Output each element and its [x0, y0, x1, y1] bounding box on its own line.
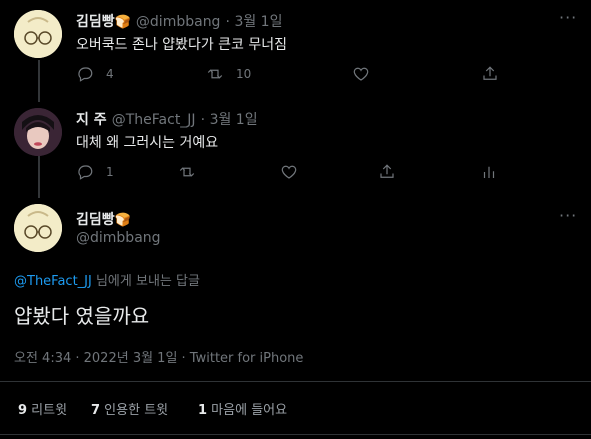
- reply-count: 1: [106, 165, 114, 179]
- reply-icon: [78, 165, 93, 180]
- tweet-text: 대체 왜 그러시는 거예요: [76, 135, 219, 151]
- more-options-icon[interactable]: ···: [559, 206, 577, 225]
- main-tweet-text: 얍봤다 였을까요: [14, 304, 150, 328]
- user-handle[interactable]: @dimbbang: [76, 230, 161, 246]
- profile-photo-icon: [14, 108, 62, 156]
- like-stat-label: 마음에 들어요: [207, 403, 288, 418]
- like-stat[interactable]: 1 마음에 들어요: [198, 399, 287, 418]
- retweet-count: 10: [236, 67, 252, 81]
- tweet-1[interactable]: 김딤빵🍞 @dimbbang · 3월 1일 ··· 오버쿡드 존나 얍봤다가 …: [0, 0, 591, 98]
- share-button[interactable]: [481, 65, 499, 83]
- like-button[interactable]: [280, 163, 298, 181]
- share-icon: [483, 66, 497, 80]
- divider: [0, 381, 591, 382]
- reply-count: 4: [106, 67, 114, 81]
- reply-button[interactable]: 4: [76, 65, 114, 83]
- retweet-icon: [207, 69, 223, 79]
- retweet-icon: [179, 167, 195, 177]
- tweet-2[interactable]: 지 주 @TheFact_JJ · 3월 1일 대체 왜 그러시는 거예요 1: [0, 98, 591, 196]
- tweet-date[interactable]: · 3월 1일: [226, 14, 283, 30]
- heart-icon: [353, 67, 369, 81]
- avatar[interactable]: [14, 10, 62, 58]
- display-name[interactable]: 김딤빵: [76, 212, 115, 228]
- more-options-icon[interactable]: ···: [559, 8, 577, 27]
- like-stat-count: 1: [198, 403, 208, 418]
- retweet-stat[interactable]: 9 리트윗: [18, 399, 67, 418]
- quote-stat-label: 인용한 트윗: [100, 403, 169, 418]
- heart-icon: [281, 165, 297, 179]
- retweet-button[interactable]: 10: [206, 65, 251, 83]
- display-name[interactable]: 지 주: [76, 112, 107, 128]
- reply-icon: [78, 67, 93, 82]
- bread-avatar-icon: [14, 204, 62, 252]
- user-handle[interactable]: @dimbbang: [136, 14, 221, 30]
- display-name[interactable]: 김딤빵: [76, 14, 115, 30]
- bread-avatar-icon: [14, 10, 62, 58]
- quote-stat[interactable]: 7 인용한 트윗: [91, 399, 168, 418]
- like-button[interactable]: [352, 65, 370, 83]
- bread-emoji: 🍞: [114, 15, 131, 30]
- retweet-stat-label: 리트윗: [27, 403, 68, 418]
- share-icon: [380, 164, 394, 178]
- avatar[interactable]: [14, 108, 62, 156]
- reply-mention-link[interactable]: @TheFact_JJ: [14, 274, 92, 289]
- analytics-button[interactable]: [480, 163, 498, 181]
- analytics-icon: [483, 166, 495, 178]
- tweet-text: 오버쿡드 존나 얍봤다가 큰코 무너짐: [76, 37, 287, 53]
- tweet-timestamp[interactable]: 오전 4:34 · 2022년 3월 1일 · Twitter for iPho…: [14, 347, 303, 366]
- retweet-button[interactable]: [178, 163, 196, 181]
- reply-to-label: 님에게 보내는 답글: [91, 274, 200, 289]
- avatar[interactable]: [14, 204, 62, 252]
- main-tweet: 김딤빵🍞 @dimbbang ··· @TheFact_JJ 님에게 보내는 답…: [0, 196, 591, 439]
- user-handle[interactable]: @TheFact_JJ: [112, 112, 196, 128]
- reply-button[interactable]: 1: [76, 163, 114, 181]
- bread-emoji: 🍞: [114, 213, 131, 228]
- share-button[interactable]: [378, 163, 396, 181]
- divider: [0, 434, 591, 435]
- retweet-stat-count: 9: [18, 403, 28, 418]
- quote-stat-count: 7: [91, 403, 101, 418]
- tweet-date[interactable]: · 3월 1일: [201, 112, 258, 128]
